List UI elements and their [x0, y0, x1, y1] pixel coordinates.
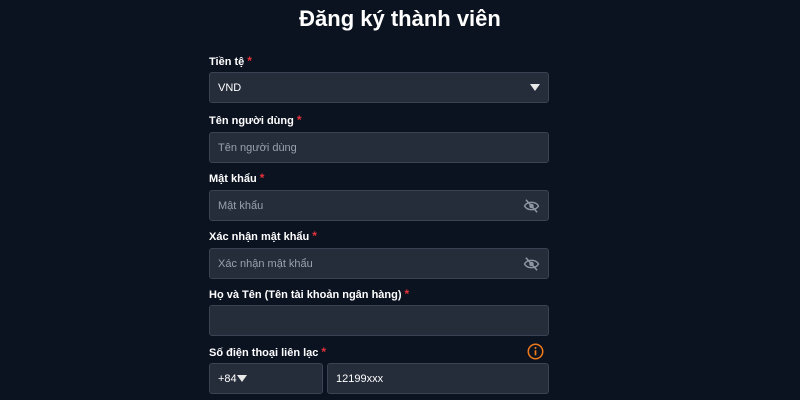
full-name-input[interactable] — [209, 305, 549, 336]
password-placeholder: Mật khẩu — [218, 199, 264, 212]
currency-select[interactable]: VND — [209, 72, 549, 103]
chevron-down-icon — [530, 84, 540, 91]
required-mark: * — [321, 345, 327, 359]
eye-off-icon[interactable] — [522, 256, 540, 272]
eye-off-icon[interactable] — [522, 198, 540, 214]
password-input[interactable]: Mật khẩu — [209, 190, 549, 221]
info-icon[interactable] — [527, 343, 544, 360]
username-label: Tên người dùng * — [209, 113, 302, 127]
confirm-password-label-text: Xác nhận mật khẩu — [209, 231, 310, 243]
country-code-select[interactable]: +84 — [209, 363, 323, 394]
confirm-password-label: Xác nhận mật khẩu * — [209, 229, 317, 243]
phone-placeholder: 12199xxx — [336, 372, 384, 385]
full-name-label-text: Họ và Tên (Tên tài khoản ngân hàng) — [209, 289, 402, 301]
confirm-password-input[interactable]: Xác nhận mật khẩu — [209, 248, 549, 279]
required-mark: * — [312, 229, 317, 243]
username-placeholder: Tên người dùng — [218, 141, 297, 154]
required-mark: * — [259, 171, 265, 185]
password-label-text: Mật khẩu — [209, 173, 257, 185]
chevron-down-icon — [236, 375, 247, 382]
full-name-label: Họ và Tên (Tên tài khoản ngân hàng) * — [209, 287, 409, 301]
password-label: Mật khẩu * — [209, 171, 264, 185]
phone-label: Số điện thoại liên lạc * — [209, 345, 326, 359]
currency-label-text: Tiền tệ — [209, 56, 245, 68]
phone-input[interactable]: 12199xxx — [327, 363, 549, 394]
username-label-text: Tên người dùng — [209, 115, 294, 127]
required-mark: * — [247, 54, 252, 68]
phone-label-text: Số điện thoại liên lạc — [209, 347, 319, 359]
confirm-password-placeholder: Xác nhận mật khẩu — [218, 257, 313, 270]
country-code-value: +84 — [218, 372, 237, 385]
username-input[interactable]: Tên người dùng — [209, 132, 549, 163]
currency-value: VND — [218, 81, 242, 94]
currency-label: Tiền tệ * — [209, 54, 252, 68]
required-mark: * — [404, 287, 410, 301]
page-title: Đăng ký thành viên — [299, 6, 501, 31]
required-mark: * — [296, 113, 302, 127]
